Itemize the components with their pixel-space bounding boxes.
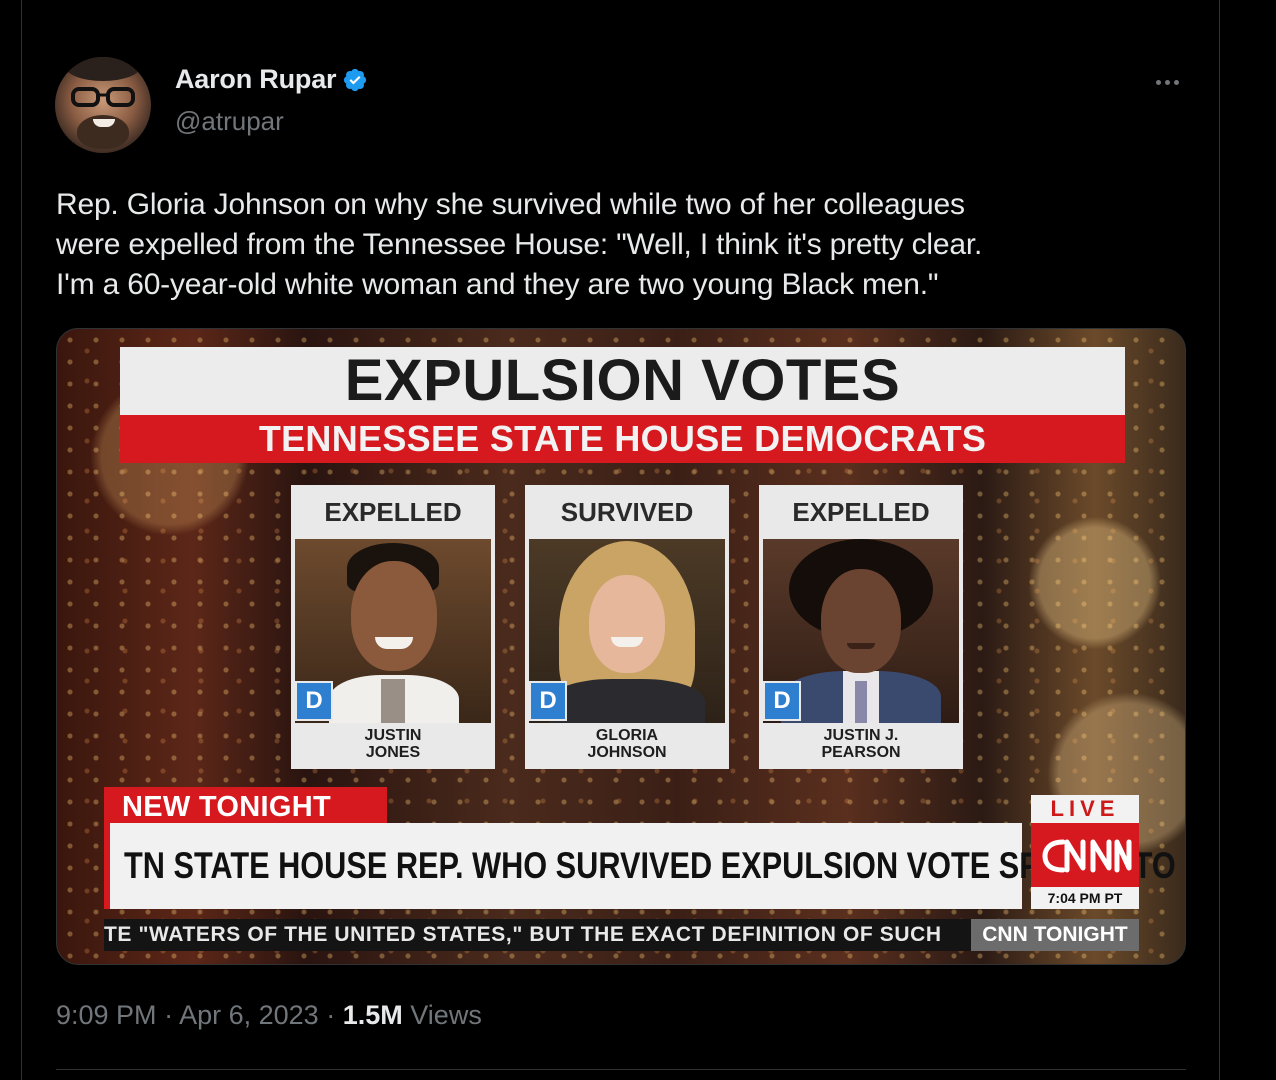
party-badge: D — [295, 681, 333, 721]
author-handle[interactable]: @atrupar — [175, 106, 284, 137]
vote-status-label: EXPELLED — [792, 497, 930, 527]
column-border-left — [21, 0, 22, 1080]
new-tonight-tag: NEW TONIGHT — [104, 787, 387, 827]
cnn-logo — [1031, 823, 1139, 887]
avatar[interactable] — [55, 57, 151, 153]
lawmaker-name: GLORIA JOHNSON — [525, 727, 729, 761]
more-options-icon[interactable] — [1150, 70, 1184, 94]
views-count[interactable]: 1.5M — [343, 1000, 403, 1030]
vote-status-label: SURVIVED — [560, 497, 694, 527]
tweet-media-video[interactable]: EXPULSION VOTES TENNESSEE STATE HOUSE DE… — [56, 328, 1186, 965]
tweet-date[interactable]: Apr 6, 2023 — [179, 1000, 319, 1030]
tweet-text: Rep. Gloria Johnson on why she survived … — [56, 185, 1186, 305]
tweet-text-line: I'm a 60-year-old white woman and they a… — [56, 268, 939, 301]
live-indicator: LIVE — [1031, 795, 1139, 823]
tweet-text-line: Rep. Gloria Johnson on why she survived … — [56, 188, 965, 221]
lawmaker-name-line: JUSTIN J. — [823, 727, 899, 744]
divider — [56, 1069, 1186, 1070]
party-badge: D — [763, 681, 801, 721]
subheadline-banner: TENNESSEE STATE HOUSE DEMOCRATS — [120, 415, 1125, 463]
lawmaker-name-line: JUSTIN — [364, 727, 422, 744]
party-badge: D — [529, 681, 567, 721]
lawmaker-card: EXPELLED D JUSTIN JONES — [291, 485, 495, 769]
lawmaker-name-line: PEARSON — [821, 744, 901, 761]
show-name-tag: CNN TONIGHT — [971, 919, 1139, 951]
chyron: TN STATE HOUSE REP. WHO SURVIVED EXPULSI… — [104, 823, 1186, 909]
vote-status-label: EXPELLED — [324, 497, 462, 527]
meta-separator: · — [164, 1000, 174, 1030]
verified-badge-icon[interactable] — [342, 67, 368, 93]
lawmaker-card: SURVIVED D GLORIA JOHNSON — [525, 485, 729, 769]
lawmaker-name-line: JOHNSON — [587, 744, 667, 761]
chyron-text: TN STATE HOUSE REP. WHO SURVIVED EXPULSI… — [124, 845, 1186, 886]
broadcast-clock: 7:04 PM PT — [1031, 887, 1139, 909]
headline-banner: EXPULSION VOTES — [120, 347, 1125, 415]
cnn-logo-icon — [1042, 839, 1132, 873]
news-ticker: TE "WATERS OF THE UNITED STATES," BUT TH… — [104, 919, 971, 951]
views-label[interactable]: Views — [410, 1000, 482, 1030]
lawmaker-card: EXPELLED D JUSTIN J. PEARSON — [759, 485, 963, 769]
lawmaker-name: JUSTIN JONES — [291, 727, 495, 761]
headline-text: EXPULSION VOTES — [344, 348, 901, 413]
glasses-shape — [71, 87, 135, 107]
lawmaker-name: JUSTIN J. PEARSON — [759, 727, 963, 761]
tweet-text-line: were expelled from the Tennessee House: … — [56, 228, 983, 261]
author-display-name[interactable]: Aaron Rupar — [175, 64, 337, 95]
lawmaker-name-line: GLORIA — [595, 727, 659, 744]
meta-separator: · — [326, 1000, 336, 1030]
subheadline-text: TENNESSEE STATE HOUSE DEMOCRATS — [258, 418, 987, 459]
tweet-meta: 9:09 PM · Apr 6, 2023 · 1.5M Views — [56, 1000, 482, 1031]
column-border-right — [1219, 0, 1220, 1080]
author-name-row[interactable]: Aaron Rupar — [175, 64, 368, 95]
lawmaker-name-line: JONES — [365, 744, 421, 761]
tweet-time[interactable]: 9:09 PM — [56, 1000, 157, 1030]
